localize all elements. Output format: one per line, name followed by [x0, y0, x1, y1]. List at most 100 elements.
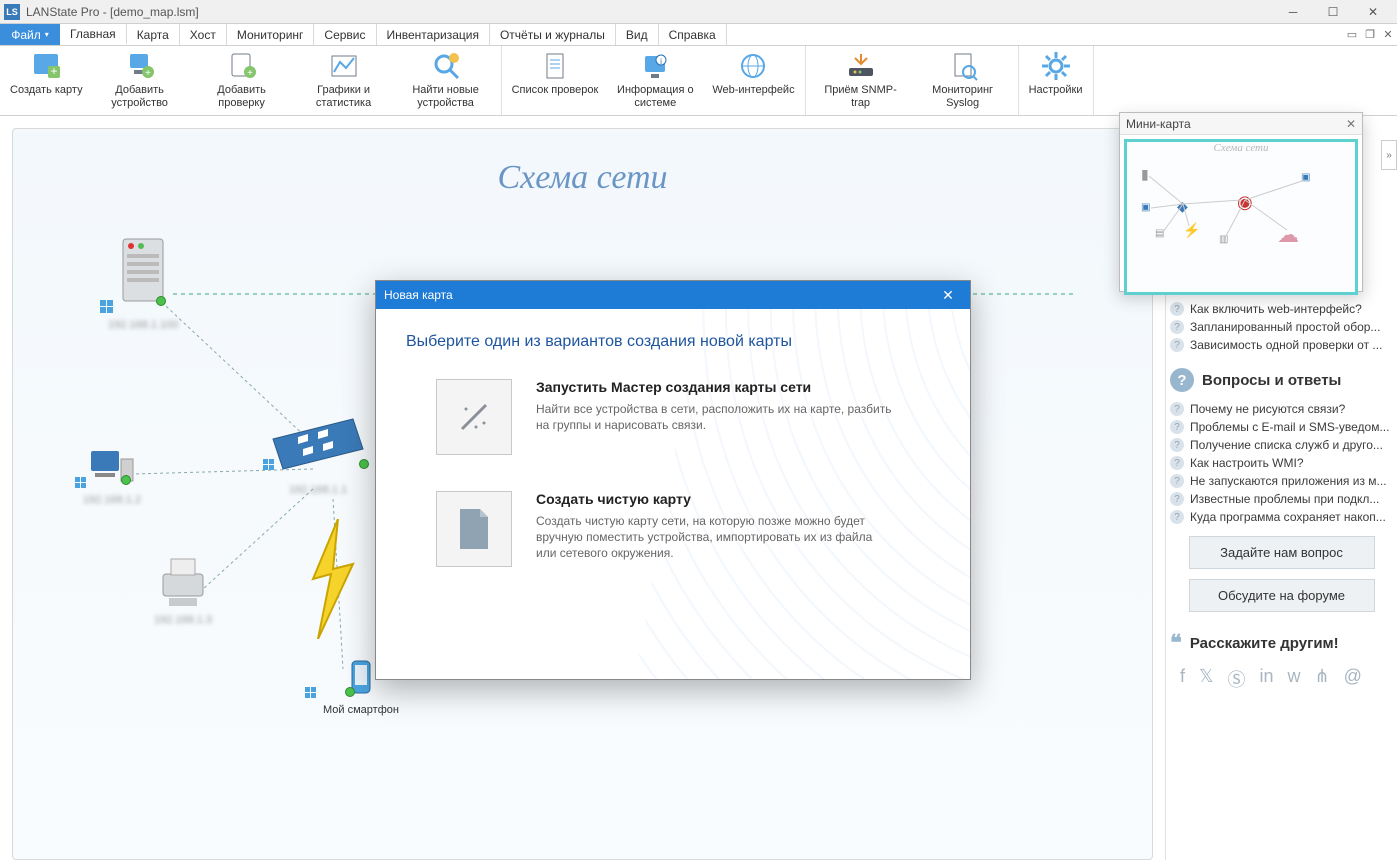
link-text: Запланированный простой обор... [1190, 320, 1380, 334]
dialog-titlebar[interactable]: Новая карта ✕ [376, 281, 970, 309]
add-check-button[interactable]: + Добавить проверку [191, 48, 293, 113]
windows-icon [263, 459, 275, 471]
question-icon: ? [1170, 402, 1184, 416]
device-printer[interactable]: 192.168.1.3 [153, 554, 213, 626]
option-wizard[interactable]: Запустить Мастер создания карты сети Най… [436, 379, 940, 455]
ribbon-label: Приём SNMP-trap [816, 84, 906, 109]
mdi-close-button[interactable]: ✕ [1379, 24, 1397, 45]
dialog-close-button[interactable]: ✕ [934, 281, 962, 309]
faq-link[interactable]: ? Почему не рисуются связи? [1170, 400, 1393, 418]
skype-icon[interactable]: Ⓢ [1228, 666, 1246, 692]
question-icon: ? [1170, 474, 1184, 488]
section-title: Расскажите другим! [1190, 635, 1339, 652]
question-icon: ? [1170, 510, 1184, 524]
link-text: Почему не рисуются связи? [1190, 402, 1345, 416]
check-list-button[interactable]: Список проверок [506, 48, 605, 113]
device-pc[interactable]: 192.168.1.2 [83, 449, 141, 506]
tab-service[interactable]: Сервис [314, 24, 376, 45]
web-interface-button[interactable]: Web-интерфейс [706, 48, 800, 113]
tab-label: Сервис [324, 28, 365, 42]
wizard-icon [436, 379, 512, 455]
tab-label: Мониторинг [237, 28, 304, 42]
syslog-button[interactable]: Мониторинг Syslog [912, 48, 1014, 113]
facebook-icon[interactable]: f [1180, 666, 1185, 692]
ribbon-label: Web-интерфейс [712, 84, 794, 97]
tab-host[interactable]: Хост [180, 24, 227, 45]
device-label: 192.168.1.100 [108, 319, 178, 331]
sidebar-collapse-handle[interactable]: » [1381, 140, 1397, 170]
window-maximize-button[interactable]: ☐ [1313, 0, 1353, 24]
ask-question-button[interactable]: Задайте нам вопрос [1189, 536, 1375, 569]
mdi-restore-button[interactable]: ❐ [1361, 24, 1379, 45]
tab-inventory[interactable]: Инвентаризация [377, 24, 490, 45]
tab-reports[interactable]: Отчёты и журналы [490, 24, 616, 45]
status-indicator [156, 296, 166, 306]
add-device-button[interactable]: + Добавить устройство [89, 48, 191, 113]
tab-view[interactable]: Вид [616, 24, 659, 45]
ribbon-toolbar: + Создать карту + Добавить устройство + … [0, 46, 1397, 116]
chart-icon [328, 50, 360, 82]
mm-lines [1127, 142, 1355, 292]
device-switch[interactable]: 192.168.1.1 [263, 409, 373, 496]
snmp-icon [845, 50, 877, 82]
file-menu-label: Файл [11, 28, 41, 42]
help-link[interactable]: ?Запланированный простой обор... [1170, 318, 1393, 336]
tab-monitoring[interactable]: Мониторинг [227, 24, 315, 45]
mdi-minimize-button[interactable]: ▭ [1343, 24, 1361, 45]
at-icon[interactable]: @ [1344, 666, 1362, 692]
start-links-list: ?Как включить web-интерфейс? ?Запланиров… [1170, 300, 1393, 354]
new-map-dialog: Новая карта ✕ Выберите один из вариантов… [375, 280, 971, 680]
vk-icon[interactable]: w [1288, 666, 1301, 692]
link-text: Известные проблемы при подкл... [1190, 492, 1379, 506]
link-text: Зависимость одной проверки от ... [1190, 338, 1382, 352]
status-indicator [121, 475, 131, 485]
faq-link[interactable]: ?Как настроить WMI? [1170, 454, 1393, 472]
syslog-icon [947, 50, 979, 82]
minimap-viewport[interactable]: Схема сети ▮ ◆ ▣ ▤ ⚡ ◉ ☁ ▣ ▥ [1124, 139, 1358, 295]
window-titlebar: LS LANState Pro - [demo_map.lsm] ─ ☐ ✕ [0, 0, 1397, 24]
status-indicator [345, 687, 355, 697]
ribbon-label: Добавить устройство [95, 84, 185, 109]
tab-map[interactable]: Карта [127, 24, 180, 45]
tab-help[interactable]: Справка [659, 24, 727, 45]
twitter-icon[interactable]: 𝕏 [1199, 666, 1214, 692]
faq-link[interactable]: ?Получение списка служб и друго... [1170, 436, 1393, 454]
linkedin-icon[interactable]: in [1260, 666, 1274, 692]
minimap-titlebar[interactable]: Мини-карта ✕ [1120, 113, 1362, 135]
tab-label: Отчёты и журналы [500, 28, 605, 42]
window-close-button[interactable]: ✕ [1353, 0, 1393, 24]
file-menu-button[interactable]: Файл ▾ [0, 24, 60, 45]
snmp-trap-button[interactable]: Приём SNMP-trap [810, 48, 912, 113]
windows-icon [75, 477, 87, 489]
device-server[interactable]: 192.168.1.100 [108, 234, 178, 331]
option-blank-map[interactable]: Создать чистую карту Создать чистую карт… [436, 491, 940, 567]
help-link[interactable]: ? Зависимость одной проверки от ... [1170, 336, 1393, 354]
question-icon: ? [1170, 302, 1184, 316]
charts-button[interactable]: Графики и статистика [293, 48, 395, 113]
find-new-button[interactable]: Найти новые устройства [395, 48, 497, 113]
settings-button[interactable]: Настройки [1023, 48, 1089, 113]
svg-text:+: + [247, 68, 253, 79]
device-label: 192.168.1.1 [263, 484, 373, 496]
tab-main[interactable]: Главная [60, 24, 127, 45]
faq-heading: ? Вопросы и ответы [1170, 368, 1393, 392]
faq-link[interactable]: ?Проблемы с E-mail и SMS-уведом... [1170, 418, 1393, 436]
forum-button[interactable]: Обсудите на форуме [1189, 579, 1375, 612]
odnoklassniki-icon[interactable]: ⋔ [1315, 666, 1330, 692]
link-text: Как включить web-интерфейс? [1190, 302, 1362, 316]
minimap-panel[interactable]: Мини-карта ✕ Схема сети ▮ ◆ ▣ ▤ ⚡ ◉ ☁ ▣ … [1119, 112, 1363, 292]
minimap-close-button[interactable]: ✕ [1346, 117, 1356, 131]
window-minimize-button[interactable]: ─ [1273, 0, 1313, 24]
help-link[interactable]: ? Как включить web-интерфейс? [1170, 300, 1393, 318]
button-label: Обсудите на форуме [1218, 588, 1345, 603]
app-icon: LS [4, 4, 20, 20]
faq-link[interactable]: ?Куда программа сохраняет накоп... [1170, 508, 1393, 526]
create-map-button[interactable]: + Создать карту [4, 48, 89, 113]
question-icon: ? [1170, 456, 1184, 470]
section-title: Вопросы и ответы [1202, 372, 1341, 389]
sys-info-button[interactable]: i Информация о системе [604, 48, 706, 113]
question-icon: ? [1170, 338, 1184, 352]
faq-link[interactable]: ?Известные проблемы при подкл... [1170, 490, 1393, 508]
faq-link[interactable]: ?Не запускаются приложения из м... [1170, 472, 1393, 490]
chat-icon: ❝ [1170, 630, 1182, 656]
